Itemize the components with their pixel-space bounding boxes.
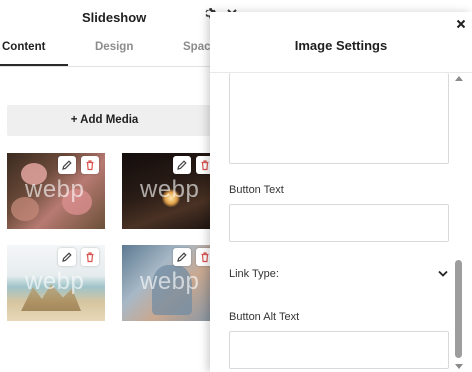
edit-pencil-icon — [177, 252, 187, 262]
media-thumbnail[interactable]: webp — [122, 153, 220, 229]
button-text-label: Button Text — [229, 184, 284, 196]
watermark-text: webp — [140, 176, 200, 203]
active-tab-indicator — [0, 64, 68, 66]
image-settings-panel: Image Settings Button Text Link Type: Bu… — [210, 12, 472, 372]
trash-icon — [86, 252, 94, 263]
edit-button[interactable] — [58, 248, 76, 266]
description-textarea[interactable] — [229, 73, 449, 164]
delete-button[interactable] — [81, 156, 99, 174]
tab-design[interactable]: Design — [95, 41, 133, 53]
edit-button[interactable] — [173, 248, 191, 266]
panel-title: Slideshow — [82, 10, 147, 25]
link-type-label: Link Type: — [229, 268, 279, 280]
scrollbar-thumb[interactable] — [455, 260, 462, 358]
trash-icon — [86, 160, 94, 171]
chevron-down-icon[interactable] — [438, 270, 448, 278]
edit-button[interactable] — [173, 156, 191, 174]
edit-pencil-icon — [62, 160, 72, 170]
scroll-down-arrow-icon[interactable] — [454, 363, 464, 371]
close-icon[interactable] — [455, 18, 467, 30]
scroll-up-arrow-icon[interactable] — [454, 74, 464, 82]
button-alt-text-label: Button Alt Text — [229, 311, 300, 323]
button-alt-text-input[interactable] — [229, 331, 449, 369]
edit-pencil-icon — [177, 160, 187, 170]
media-thumbnail[interactable]: webp — [7, 153, 105, 229]
add-media-button[interactable]: + Add Media — [7, 105, 220, 136]
panel-title: Image Settings — [294, 38, 388, 53]
media-thumbnail[interactable]: webp — [122, 245, 220, 321]
tab-content[interactable]: Content — [2, 41, 45, 53]
watermark-text: webp — [25, 176, 85, 203]
edit-pencil-icon — [62, 252, 72, 262]
delete-button[interactable] — [81, 248, 99, 266]
edit-button[interactable] — [58, 156, 76, 174]
watermark-text: webp — [140, 268, 200, 295]
media-thumbnail[interactable]: webp — [7, 245, 105, 321]
watermark-text: webp — [25, 268, 85, 295]
button-text-input[interactable] — [229, 204, 449, 242]
